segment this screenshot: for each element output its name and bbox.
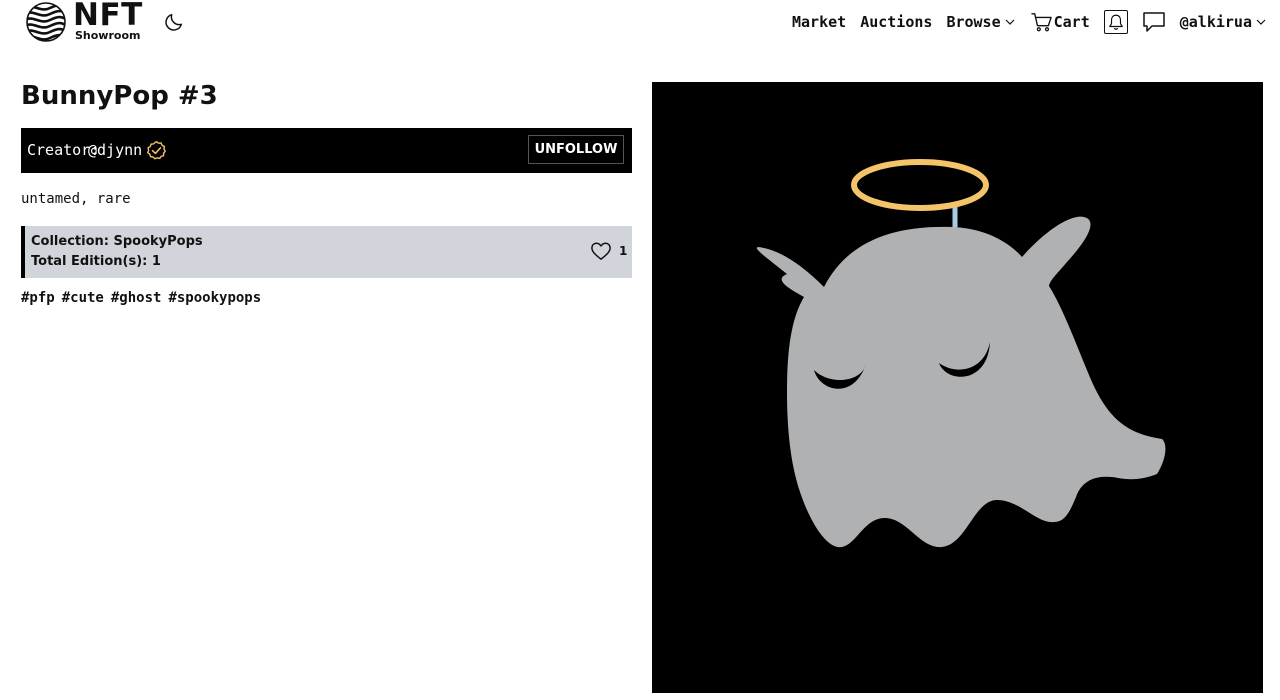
hashtag-link[interactable]: #cute xyxy=(62,289,104,307)
hashtag-link[interactable]: #spookypops xyxy=(168,289,261,307)
nav-market-link[interactable]: Market xyxy=(792,13,846,31)
collection-info: Collection: SpookyPops Total Edition(s):… xyxy=(21,226,632,278)
main-nav: Market Auctions Browse Cart @alkirua xyxy=(792,8,1266,36)
user-handle: @alkirua xyxy=(1179,13,1252,31)
ghost-illustration xyxy=(756,159,1166,548)
unfollow-button[interactable]: UNFOLLOW xyxy=(528,135,624,164)
creator-bar: Creator: @djynn UNFOLLOW xyxy=(21,128,632,173)
logo-subtitle: Showroom xyxy=(75,29,141,42)
site-logo[interactable]: NFT Showroom xyxy=(26,0,142,43)
nav-browse-dropdown[interactable]: Browse xyxy=(946,13,1015,31)
notifications-button[interactable] xyxy=(1103,10,1128,34)
nav-auctions-link[interactable]: Auctions xyxy=(860,13,932,31)
collection-name: Collection: SpookyPops xyxy=(31,234,203,249)
creator-handle-link[interactable]: @djynn xyxy=(88,140,142,160)
nav-cart-label: Cart xyxy=(1053,13,1090,31)
chevron-down-icon xyxy=(1256,19,1266,25)
hashtag-link[interactable]: #ghost xyxy=(111,289,162,307)
total-editions: Total Edition(s): 1 xyxy=(31,254,161,269)
nft-title: BunnyPop #3 xyxy=(21,81,218,111)
logo-globe-icon xyxy=(26,2,66,42)
hashtag-link[interactable]: #pfp xyxy=(21,289,55,307)
top-navigation: NFT Showroom Market Auctions Browse Cart xyxy=(0,0,1280,44)
ghost-body xyxy=(756,216,1166,548)
halo xyxy=(851,159,989,211)
like-count: 1 xyxy=(619,244,628,258)
cart-icon xyxy=(1030,13,1052,32)
nav-cart-link[interactable]: Cart xyxy=(1030,12,1090,32)
moon-icon[interactable] xyxy=(163,11,185,33)
nav-browse-label: Browse xyxy=(946,13,1001,31)
verified-badge-icon xyxy=(147,141,166,160)
heart-icon[interactable] xyxy=(590,241,612,261)
chevron-down-icon xyxy=(1005,19,1015,25)
hashtag-list: #pfp #cute #ghost #spookypops xyxy=(21,289,268,307)
nft-traits: untamed, rare xyxy=(21,191,131,207)
bell-icon xyxy=(1108,14,1123,30)
chat-bubble-icon[interactable] xyxy=(1142,11,1166,33)
user-menu-dropdown[interactable]: @alkirua xyxy=(1180,13,1266,31)
nft-artwork[interactable] xyxy=(652,82,1263,693)
